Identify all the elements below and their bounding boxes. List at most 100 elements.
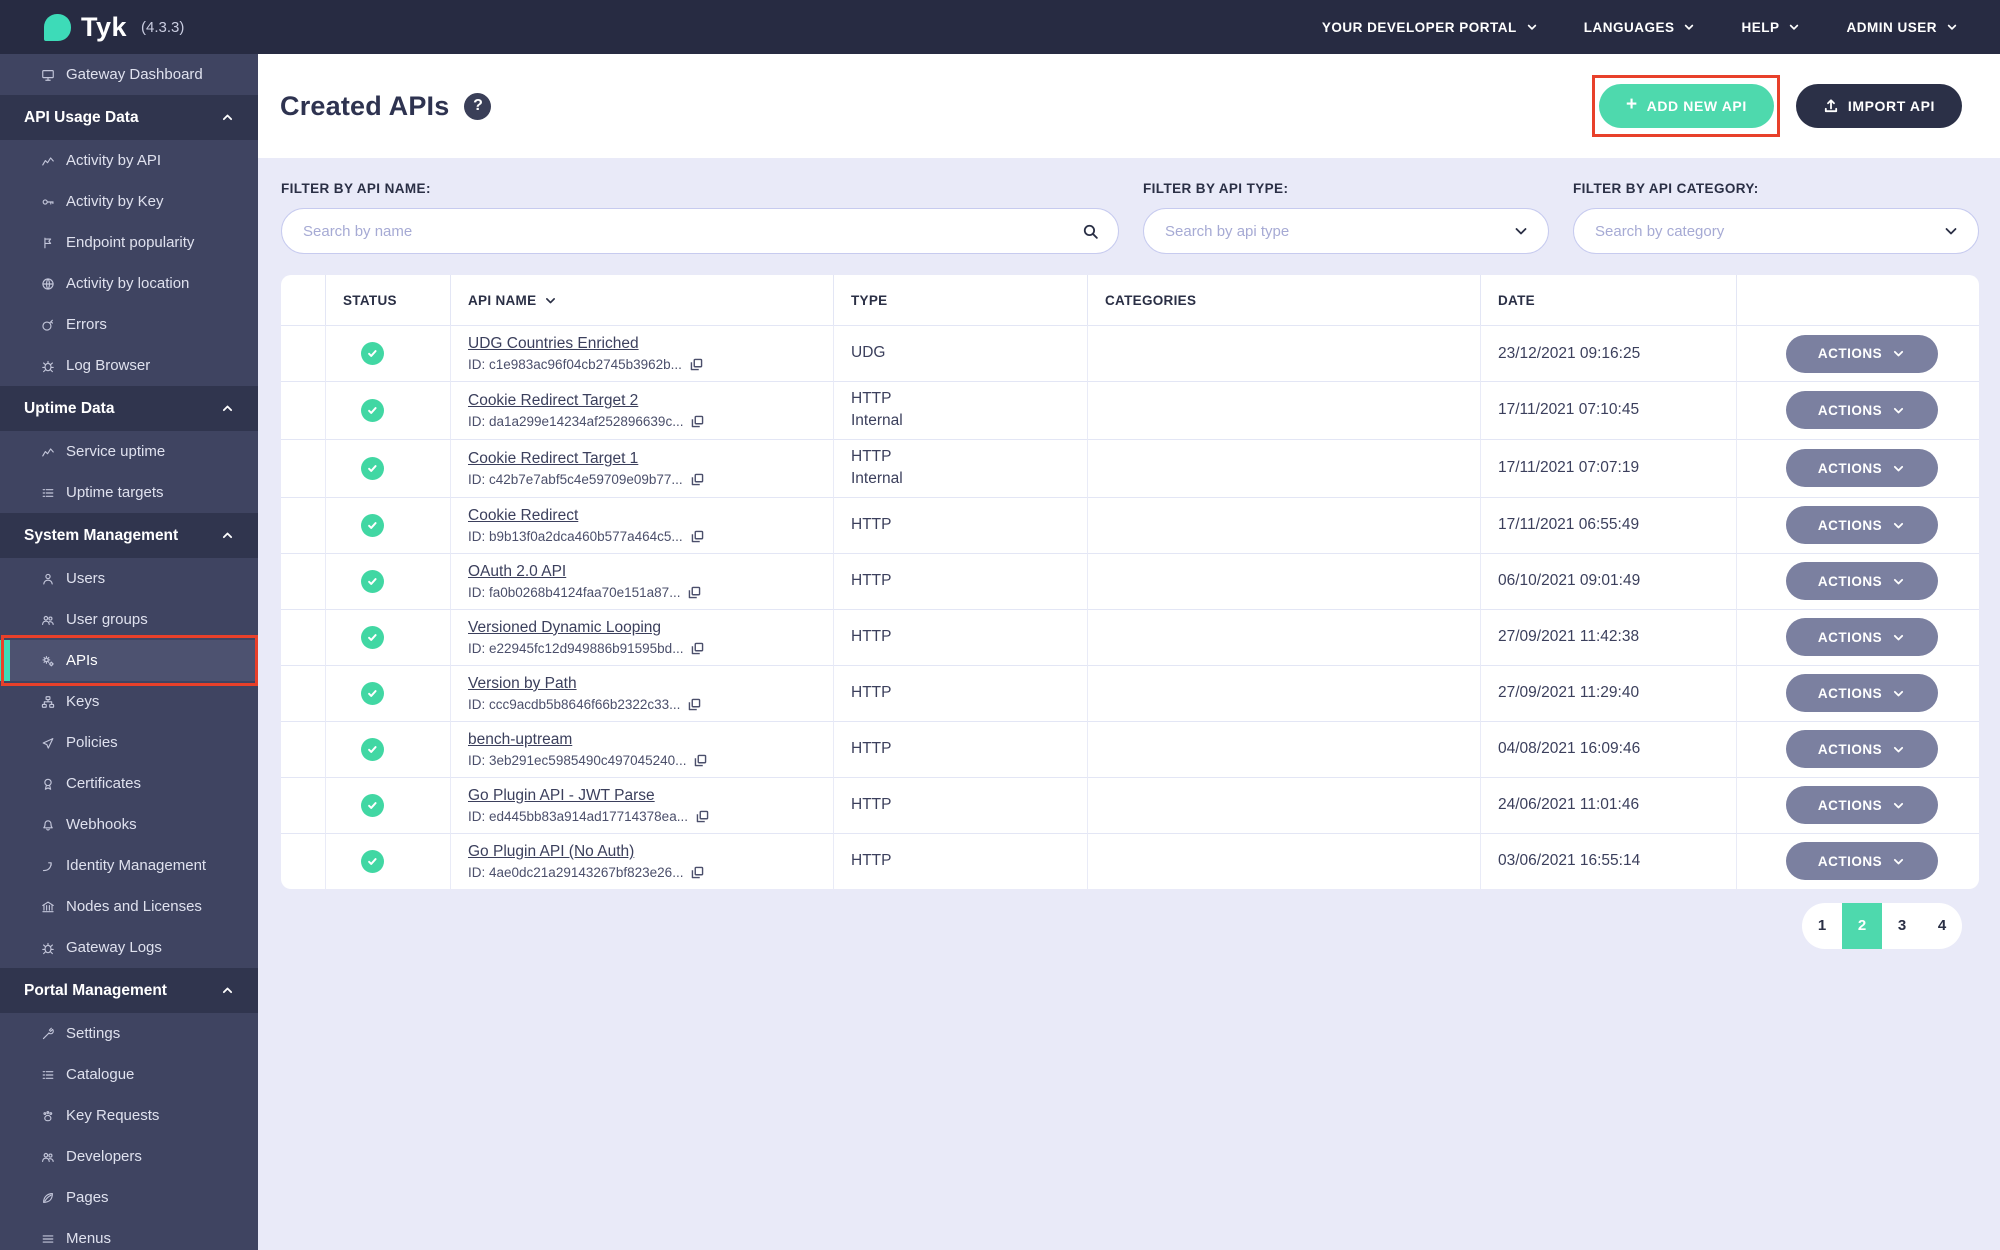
pagination-page-3[interactable]: 3 <box>1882 903 1922 949</box>
add-new-api-button[interactable]: + ADD NEW API <box>1598 84 1774 128</box>
copy-icon[interactable] <box>690 865 705 880</box>
sidebar-item-settings[interactable]: Settings <box>0 1013 258 1054</box>
sidebar-item-activity-by-api[interactable]: Activity by API <box>0 140 258 181</box>
row-spacer <box>281 552 326 609</box>
sidebar-item-apis[interactable]: APIs <box>0 635 258 686</box>
topbar: Tyk (4.3.3) YOUR DEVELOPER PORTAL LANGUA… <box>0 0 2000 54</box>
copy-icon[interactable] <box>690 529 705 544</box>
sidebar-section-system-management[interactable]: System Management <box>0 513 258 558</box>
api-category-select[interactable]: Search by category <box>1573 208 1979 254</box>
sidebar-item-user-groups[interactable]: User groups <box>0 599 258 640</box>
actions-button[interactable]: ACTIONS <box>1785 842 1938 881</box>
copy-icon[interactable] <box>695 809 710 824</box>
sidebar-item-identity-management[interactable]: Identity Management <box>0 845 258 886</box>
copy-icon[interactable] <box>689 357 704 372</box>
sidebar-item-catalogue[interactable]: Catalogue <box>0 1054 258 1095</box>
table-header-row: STATUS API NAME TYPE CATEGORIES DATE <box>281 275 1979 325</box>
api-name-cell: Cookie Redirect Target 2 ID: da1a299e142… <box>451 381 834 439</box>
search-icon[interactable] <box>1082 223 1099 240</box>
sidebar-item-endpoint-popularity[interactable]: Endpoint popularity <box>0 222 258 263</box>
copy-icon[interactable] <box>687 585 702 600</box>
copy-icon[interactable] <box>693 753 708 768</box>
sort-chevron-icon[interactable] <box>544 294 557 307</box>
chevron-down-icon <box>1892 462 1905 475</box>
policy-icon <box>40 735 55 750</box>
actions-button[interactable]: ACTIONS <box>1785 674 1938 713</box>
categories-cell <box>1088 496 1481 553</box>
api-name-link[interactable]: OAuth 2.0 API <box>468 563 566 581</box>
api-name-link[interactable]: Go Plugin API - JWT Parse <box>468 787 655 805</box>
sidebar-item-developers[interactable]: Developers <box>0 1136 258 1177</box>
people-icon <box>40 612 55 627</box>
sidebar-section-api-usage-data[interactable]: API Usage Data <box>0 95 258 140</box>
api-name-link[interactable]: Go Plugin API (No Auth) <box>468 843 634 861</box>
actions-button[interactable]: ACTIONS <box>1785 391 1938 430</box>
sidebar-item-service-uptime[interactable]: Service uptime <box>0 431 258 472</box>
flag-icon <box>40 235 55 250</box>
chart-icon <box>40 444 55 459</box>
sidebar-item-activity-by-location[interactable]: Activity by location <box>0 263 258 304</box>
sidebar-section-uptime-data[interactable]: Uptime Data <box>0 386 258 431</box>
actions-button[interactable]: ACTIONS <box>1785 618 1938 657</box>
api-id: ID: c1e983ac96f04cb2745b3962b... <box>468 357 823 372</box>
api-name-cell: Cookie Redirect ID: b9b13f0a2dca460b577a… <box>451 496 834 553</box>
api-type-select[interactable]: Search by api type <box>1143 208 1549 254</box>
api-name-link[interactable]: bench-uptream <box>468 731 572 749</box>
sidebar-item-nodes-and-licenses[interactable]: Nodes and Licenses <box>0 886 258 927</box>
top-nav-languages[interactable]: LANGUAGES <box>1584 20 1696 35</box>
status-active-icon <box>361 513 384 537</box>
pagination-page-4[interactable]: 4 <box>1922 903 1962 949</box>
actions-button[interactable]: ACTIONS <box>1785 334 1938 373</box>
sidebar-item-menus[interactable]: Menus <box>0 1218 258 1250</box>
top-nav-admin-user[interactable]: ADMIN USER <box>1846 20 1958 35</box>
top-nav-help[interactable]: HELP <box>1741 20 1800 35</box>
sidebar-item-webhooks[interactable]: Webhooks <box>0 804 258 845</box>
copy-icon[interactable] <box>687 697 702 712</box>
type-cell: HTTP <box>834 720 1088 777</box>
list-icon <box>40 485 55 500</box>
plus-icon: + <box>1625 94 1638 115</box>
sidebar-item-activity-by-key[interactable]: Activity by Key <box>0 181 258 222</box>
type-cell: HTTP <box>834 608 1088 665</box>
sidebar-item-policies[interactable]: Policies <box>0 722 258 763</box>
copy-icon[interactable] <box>690 414 705 429</box>
date-cell: 06/10/2021 09:01:49 <box>1481 552 1737 609</box>
search-by-name-input[interactable] <box>303 222 1082 240</box>
sidebar-item-keys[interactable]: Keys <box>0 681 258 722</box>
actions-button[interactable]: ACTIONS <box>1785 562 1938 601</box>
copy-icon[interactable] <box>690 641 705 656</box>
sidebar-item-log-browser[interactable]: Log Browser <box>0 345 258 386</box>
sidebar-section-portal-management[interactable]: Portal Management <box>0 968 258 1013</box>
api-table: STATUS API NAME TYPE CATEGORIES DATE UDG… <box>281 275 1979 889</box>
actions-button[interactable]: ACTIONS <box>1785 506 1938 545</box>
api-name-link[interactable]: Version by Path <box>468 675 577 693</box>
pagination-page-2[interactable]: 2 <box>1842 902 1882 949</box>
sidebar-item-certificates[interactable]: Certificates <box>0 763 258 804</box>
sidebar-item-pages[interactable]: Pages <box>0 1177 258 1218</box>
api-name-link[interactable]: Cookie Redirect Target 2 <box>468 392 638 410</box>
table-row: Go Plugin API (No Auth) ID: 4ae0dc21a291… <box>281 832 1979 889</box>
api-name-link[interactable]: Cookie Redirect <box>468 507 578 525</box>
import-api-button[interactable]: IMPORT API <box>1795 84 1962 128</box>
status-active-icon <box>361 342 384 365</box>
help-icon[interactable]: ? <box>464 92 492 120</box>
pagination-page-1[interactable]: 1 <box>1802 903 1842 949</box>
status-active-icon <box>361 456 384 480</box>
sidebar-item-key-requests[interactable]: Key Requests <box>0 1095 258 1136</box>
copy-icon[interactable] <box>690 472 705 487</box>
sidebar-item-gateway-logs[interactable]: Gateway Logs <box>0 927 258 968</box>
sidebar-item-uptime-targets[interactable]: Uptime targets <box>0 472 258 513</box>
api-name-link[interactable]: Cookie Redirect Target 1 <box>468 450 638 468</box>
menu-icon <box>40 1231 55 1246</box>
sidebar-item-errors[interactable]: Errors <box>0 304 258 345</box>
api-name-link[interactable]: UDG Countries Enriched <box>468 335 639 353</box>
row-spacer <box>281 438 326 497</box>
actions-button[interactable]: ACTIONS <box>1785 730 1938 769</box>
sidebar-item-gateway-dashboard[interactable]: Gateway Dashboard <box>0 54 258 95</box>
api-name-link[interactable]: Versioned Dynamic Looping <box>468 619 661 637</box>
actions-button[interactable]: ACTIONS <box>1785 449 1938 488</box>
column-header-api-name[interactable]: API NAME <box>451 275 834 325</box>
sidebar-item-users[interactable]: Users <box>0 558 258 599</box>
top-nav-your-developer-portal[interactable]: YOUR DEVELOPER PORTAL <box>1322 20 1538 35</box>
actions-button[interactable]: ACTIONS <box>1785 786 1938 825</box>
